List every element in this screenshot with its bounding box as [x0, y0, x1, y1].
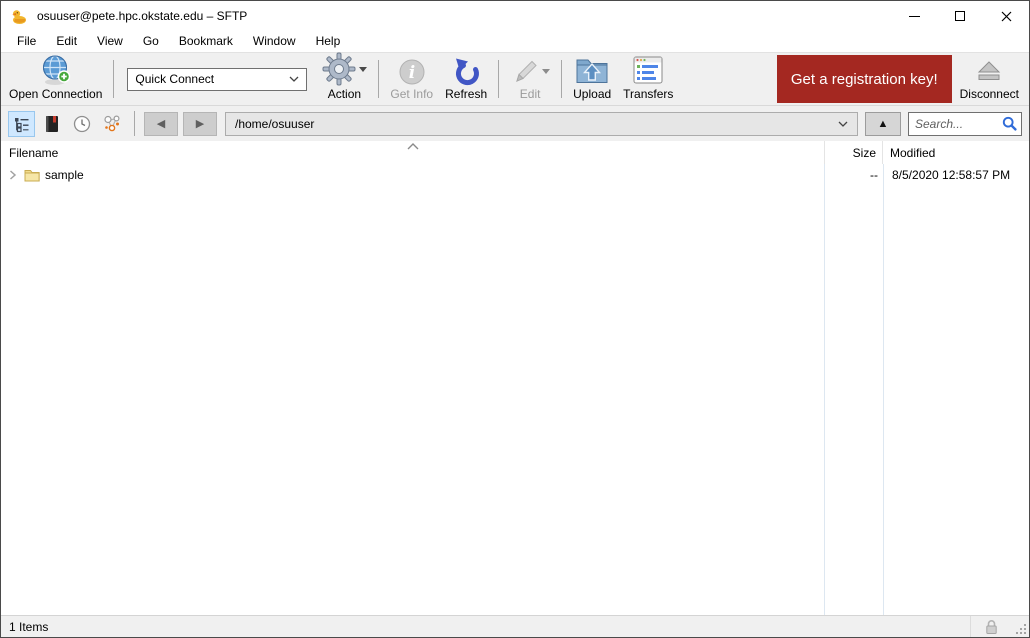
padlock-icon: [985, 619, 997, 634]
close-button[interactable]: [983, 1, 1029, 31]
title-bar: osuuser@pete.hpc.okstate.edu – SFTP: [1, 1, 1029, 31]
toolbar-separator: [378, 60, 380, 98]
menu-go[interactable]: Go: [133, 32, 169, 51]
menu-view[interactable]: View: [87, 32, 133, 51]
menu-file[interactable]: File: [9, 32, 46, 51]
gear-icon: [322, 52, 356, 86]
table-row[interactable]: sample -- 8/5/2020 12:58:57 PM: [1, 164, 1029, 185]
up-arrow-icon: ▲: [877, 117, 889, 130]
column-header-row: Filename Size Modified: [1, 141, 1029, 164]
view-bookmarks-button[interactable]: [38, 111, 65, 137]
registration-key-button[interactable]: Get a registration key!: [776, 55, 952, 103]
path-value: /home/osuuser: [235, 116, 315, 131]
column-header-modified[interactable]: Modified: [883, 141, 1029, 164]
refresh-icon: [456, 58, 480, 86]
svg-text:i: i: [409, 63, 415, 83]
upload-label: Upload: [573, 87, 612, 101]
get-info-button: i Get Info: [384, 53, 439, 105]
upload-folder-icon: [576, 59, 608, 83]
disconnect-button[interactable]: Disconnect: [954, 53, 1025, 105]
menu-bar: File Edit View Go Bookmark Window Help: [1, 31, 1029, 52]
outline-tree-icon: [14, 117, 28, 132]
dropdown-caret-icon: [542, 69, 551, 74]
edit-label: Edit: [519, 87, 541, 101]
transfers-button[interactable]: Transfers: [617, 53, 679, 105]
view-history-button[interactable]: [68, 111, 95, 137]
search-input[interactable]: [915, 116, 1002, 131]
sort-ascending-icon: [407, 143, 419, 150]
chevron-down-icon: [289, 76, 299, 82]
get-info-label: Get Info: [390, 87, 434, 101]
file-browser: Filename Size Modified sample -- 8/5/202…: [1, 141, 1029, 615]
path-select[interactable]: /home/osuuser: [225, 111, 858, 136]
back-arrow-icon: ◀: [156, 118, 166, 130]
open-connection-button[interactable]: Open Connection: [3, 53, 108, 105]
action-button[interactable]: Action: [315, 52, 373, 105]
refresh-button[interactable]: Refresh: [439, 53, 493, 105]
app-window: osuuser@pete.hpc.okstate.edu – SFTP File…: [0, 0, 1030, 638]
view-bonjour-button[interactable]: [98, 111, 125, 137]
size-cell: --: [870, 167, 878, 182]
modified-cell: 8/5/2020 12:58:57 PM: [892, 167, 1011, 182]
info-icon: i: [399, 59, 425, 84]
minimize-icon: [908, 15, 920, 17]
minimize-button[interactable]: [891, 1, 937, 31]
filename-cell: sample: [1, 168, 824, 182]
file-name: sample: [45, 167, 84, 182]
chevron-down-icon: [838, 121, 848, 127]
grip-wrap: [1011, 616, 1029, 637]
quick-connect-select[interactable]: Quick Connect: [127, 67, 308, 91]
duck-icon: [12, 9, 26, 24]
open-connection-label: Open Connection: [9, 87, 103, 101]
folder-icon: [24, 169, 40, 181]
transfers-icon: [633, 56, 663, 84]
globe-plus-icon: [42, 55, 70, 85]
transfers-label: Transfers: [623, 87, 674, 101]
menu-edit[interactable]: Edit: [46, 32, 87, 51]
up-directory-button[interactable]: ▲: [865, 111, 901, 136]
close-icon: [1001, 11, 1011, 21]
pencil-icon: [516, 60, 537, 82]
forward-arrow-icon: ▶: [195, 118, 205, 130]
upload-button[interactable]: Upload: [567, 53, 617, 105]
navbar-separator: [134, 111, 135, 136]
menu-help[interactable]: Help: [306, 32, 351, 51]
items-count: 1 Items: [9, 619, 49, 634]
maximize-button[interactable]: [937, 1, 983, 31]
window-controls: [891, 1, 1029, 31]
refresh-label: Refresh: [445, 87, 488, 101]
back-button[interactable]: ◀: [144, 111, 178, 136]
expander-chevron-icon[interactable]: [6, 169, 20, 181]
toolbar-separator: [561, 60, 563, 98]
column-divider: [824, 164, 825, 615]
eject-icon: [978, 60, 1001, 80]
menu-bookmark[interactable]: Bookmark: [169, 32, 243, 51]
status-bar: 1 Items: [1, 615, 1029, 637]
dropdown-caret-icon: [359, 66, 368, 72]
view-outline-button[interactable]: [8, 110, 35, 137]
toolbar-separator: [498, 60, 500, 98]
quick-connect-wrap: Quick Connect: [119, 53, 315, 105]
toolbar: Open Connection Quick Connect Action i G…: [1, 52, 1029, 106]
status-right: [970, 616, 1029, 637]
column-divider: [883, 164, 884, 615]
resize-grip-icon[interactable]: [1015, 623, 1027, 635]
navigation-bar: ◀ ▶ /home/osuuser ▲: [1, 106, 1029, 141]
action-label: Action: [327, 87, 362, 101]
history-clock-icon: [73, 115, 90, 132]
quick-connect-value: Quick Connect: [135, 72, 215, 86]
search-icon: [1002, 116, 1017, 131]
column-header-size[interactable]: Size: [824, 141, 883, 164]
bookmarks-book-icon: [45, 115, 58, 132]
toolbar-separator: [113, 60, 115, 98]
bonjour-icon: [103, 115, 120, 132]
lock-wrap: [971, 619, 1011, 635]
forward-button[interactable]: ▶: [183, 111, 217, 136]
search-box: [908, 111, 1022, 136]
maximize-icon: [955, 11, 965, 21]
disconnect-label: Disconnect: [959, 87, 1019, 101]
edit-button: Edit: [504, 53, 556, 105]
window-title: osuuser@pete.hpc.okstate.edu – SFTP: [37, 9, 248, 23]
menu-window[interactable]: Window: [243, 32, 306, 51]
